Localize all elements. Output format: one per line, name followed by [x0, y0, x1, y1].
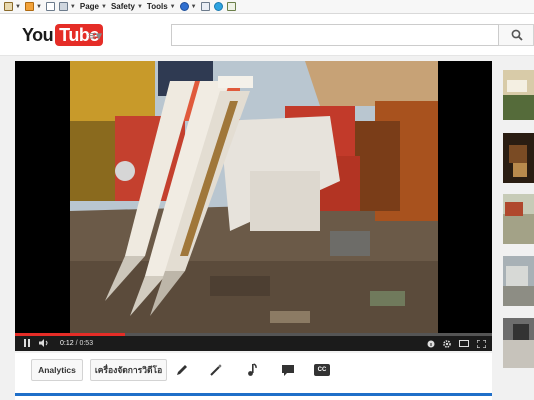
skype-button[interactable]: [213, 1, 223, 13]
help-icon: [179, 2, 189, 11]
safety-menu-label: Safety: [110, 2, 135, 11]
page-menu[interactable]: Page ▼: [80, 1, 107, 13]
analytics-label: Analytics: [38, 365, 76, 375]
video-player[interactable]: 0:12 / 0:53: [15, 61, 492, 351]
chevron-down-icon: ▼: [35, 3, 42, 10]
related-video-thumb-1[interactable]: [503, 70, 534, 120]
addon-button[interactable]: [226, 1, 236, 13]
chevron-down-icon: ▼: [69, 3, 76, 10]
help-button[interactable]: ▼: [179, 1, 197, 13]
audio-note-icon[interactable]: [245, 363, 259, 377]
settings-icon[interactable]: [443, 339, 451, 348]
youtube-header: You Tube ≡▾: [0, 14, 534, 56]
related-video-thumb-2[interactable]: [503, 133, 534, 183]
feeds-button[interactable]: ▼: [24, 1, 42, 13]
skype-icon: [213, 2, 223, 11]
thumb-image-2: [503, 133, 534, 183]
search-button[interactable]: [499, 24, 534, 46]
related-video-thumb-4[interactable]: [503, 256, 534, 306]
related-video-thumb-5[interactable]: [503, 318, 534, 368]
read-mail-button[interactable]: [45, 1, 55, 13]
time-display: 0:12 / 0:53: [60, 340, 93, 347]
subtitles-cc-icon[interactable]: CC: [314, 364, 330, 376]
play-pause-icon[interactable]: [23, 338, 31, 349]
guide-menu-icon[interactable]: ≡▾: [88, 28, 102, 44]
enhancements-wand-icon[interactable]: [209, 363, 223, 377]
chevron-down-icon: ▼: [100, 3, 107, 10]
video-manager-label: เครื่องจัดการวิดีโอ: [94, 365, 163, 375]
thumb-image-1: [503, 70, 534, 120]
related-video-thumb-3[interactable]: [503, 194, 534, 244]
annotations-icon[interactable]: [281, 363, 295, 377]
video-frame[interactable]: [70, 61, 438, 333]
theater-icon[interactable]: [459, 340, 469, 347]
search-input[interactable]: [171, 24, 499, 46]
cc-label: CC: [317, 367, 327, 373]
ie-command-bar: ▼ ▼ ▼ Page ▼ Safety ▼ Tools ▼ ▼: [0, 0, 534, 14]
current-time: 0:12: [60, 340, 74, 347]
tools-menu[interactable]: Tools ▼: [147, 1, 176, 13]
extension-icon: [200, 2, 210, 11]
safety-menu[interactable]: Safety ▼: [111, 1, 143, 13]
video-manager-button[interactable]: เครื่องจัดการวิดีโอ: [90, 359, 167, 381]
analytics-button[interactable]: Analytics: [31, 359, 83, 381]
volume-icon[interactable]: [39, 338, 50, 349]
annotations-info-icon[interactable]: [427, 340, 435, 348]
feeds-icon: [24, 2, 34, 11]
print-button[interactable]: ▼: [58, 1, 76, 13]
player-controls: 0:12 / 0:53: [15, 336, 492, 351]
search-icon: [511, 29, 523, 41]
duration: / 0:53: [75, 340, 94, 347]
edit-pencil-icon[interactable]: [175, 363, 189, 377]
tools-menu-label: Tools: [146, 2, 168, 11]
fullscreen-icon[interactable]: [477, 339, 486, 348]
player-controls-right: [427, 339, 486, 348]
thumb-image-4: [503, 256, 534, 306]
read-mail-icon: [45, 2, 55, 11]
home-button[interactable]: ▼: [4, 1, 21, 13]
print-icon: [58, 2, 68, 11]
chevron-down-icon: ▼: [169, 3, 176, 10]
chevron-down-icon: ▼: [15, 3, 21, 10]
accent-divider: [15, 393, 492, 396]
logo-you-text: You: [22, 24, 54, 45]
thumb-image-3: [503, 194, 534, 244]
video-still-harvester: [70, 61, 438, 333]
thumb-image-5: [503, 318, 534, 368]
chevron-down-icon: ▼: [190, 3, 197, 10]
home-icon: [4, 2, 13, 11]
page-menu-label: Page: [79, 2, 99, 11]
addon-icon: [226, 2, 236, 11]
extension-button[interactable]: [200, 1, 210, 13]
chevron-down-icon: ▼: [136, 3, 143, 10]
